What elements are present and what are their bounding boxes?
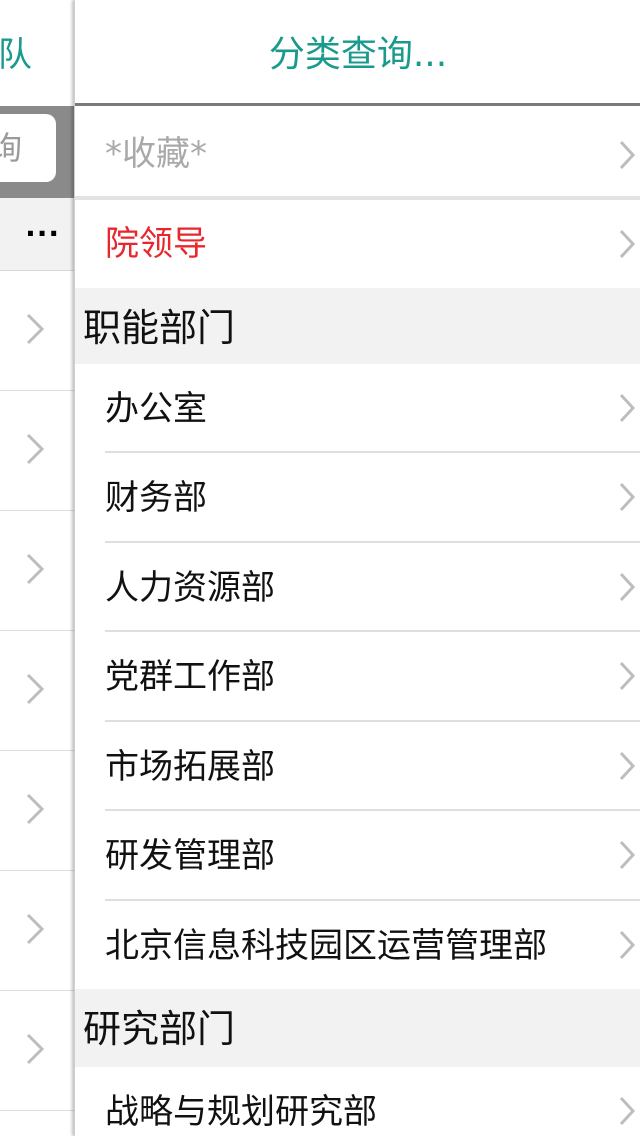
favorites-label: *收藏* — [105, 134, 207, 174]
section-title: 职能部门 — [83, 306, 236, 350]
left-list-item[interactable] — [0, 391, 74, 511]
section-header-research: 研究部门 — [75, 989, 640, 1067]
section-title: 研究部门 — [83, 1007, 236, 1051]
list-item[interactable]: 人力资源部 — [75, 543, 640, 631]
list-item-label: 北京信息科技园区运营管理部 — [105, 926, 547, 966]
list-item[interactable]: 市场拓展部 — [75, 722, 640, 810]
leadership-label: 院领导 — [105, 224, 207, 264]
chevron-right-icon — [26, 313, 45, 345]
list-item-label: 研发管理部 — [105, 836, 275, 876]
chevron-right-icon — [26, 433, 45, 465]
category-panel: 分类查询... *收藏* 院领导 职能部门 办公室 财务部 人力资源部 党群工作… — [74, 0, 640, 1136]
chevron-right-icon — [619, 661, 636, 691]
chevron-right-icon — [619, 140, 636, 170]
list-item-label: 财务部 — [105, 478, 207, 518]
chevron-right-icon — [619, 229, 636, 259]
left-list-item[interactable] — [0, 871, 74, 991]
favorites-cell[interactable]: *收藏* — [75, 106, 640, 196]
list-item[interactable]: 战略与规划研究部 — [75, 1067, 640, 1136]
list-item-label: 市场拓展部 — [105, 747, 275, 787]
leadership-cell[interactable]: 院领导 — [75, 200, 640, 288]
section-header-functional: 职能部门 — [75, 288, 640, 364]
chevron-right-icon — [26, 673, 45, 705]
chevron-right-icon — [619, 482, 636, 512]
left-list-item[interactable] — [0, 631, 74, 751]
chevron-right-icon — [619, 840, 636, 870]
more-button[interactable]: ... — [25, 210, 60, 243]
chevron-right-icon — [619, 930, 636, 960]
nav-bar: 分类查询... — [75, 0, 640, 106]
list-item-label: 党群工作部 — [105, 657, 275, 697]
left-list-item[interactable] — [0, 271, 74, 391]
left-search-placeholder: 询 — [0, 129, 23, 167]
list-item[interactable]: 党群工作部 — [75, 632, 640, 720]
left-list-item[interactable] — [0, 991, 74, 1111]
left-panel-title: 队 — [0, 35, 32, 75]
list-item-label: 办公室 — [105, 389, 207, 429]
nav-title: 分类查询... — [268, 34, 448, 75]
left-list-item[interactable] — [0, 751, 74, 871]
list-item-label: 人力资源部 — [105, 568, 275, 608]
list-item[interactable]: 办公室 — [75, 364, 640, 452]
chevron-right-icon — [26, 1033, 45, 1065]
list-item[interactable]: 北京信息科技园区运营管理部 — [75, 901, 640, 989]
list-item-label: 战略与规划研究部 — [105, 1092, 377, 1132]
chevron-right-icon — [619, 751, 636, 781]
left-list-header: ... — [0, 198, 74, 271]
chevron-right-icon — [619, 572, 636, 602]
left-search-input[interactable]: 询 — [0, 114, 56, 182]
list-item[interactable]: 财务部 — [75, 453, 640, 541]
chevron-right-icon — [26, 553, 45, 585]
chevron-right-icon — [26, 913, 45, 945]
list-item[interactable]: 研发管理部 — [75, 811, 640, 899]
left-list-item[interactable] — [0, 511, 74, 631]
left-panel: 队 询 ... — [0, 0, 74, 1136]
chevron-right-icon — [619, 393, 636, 423]
chevron-right-icon — [26, 793, 45, 825]
chevron-right-icon — [619, 1096, 636, 1126]
